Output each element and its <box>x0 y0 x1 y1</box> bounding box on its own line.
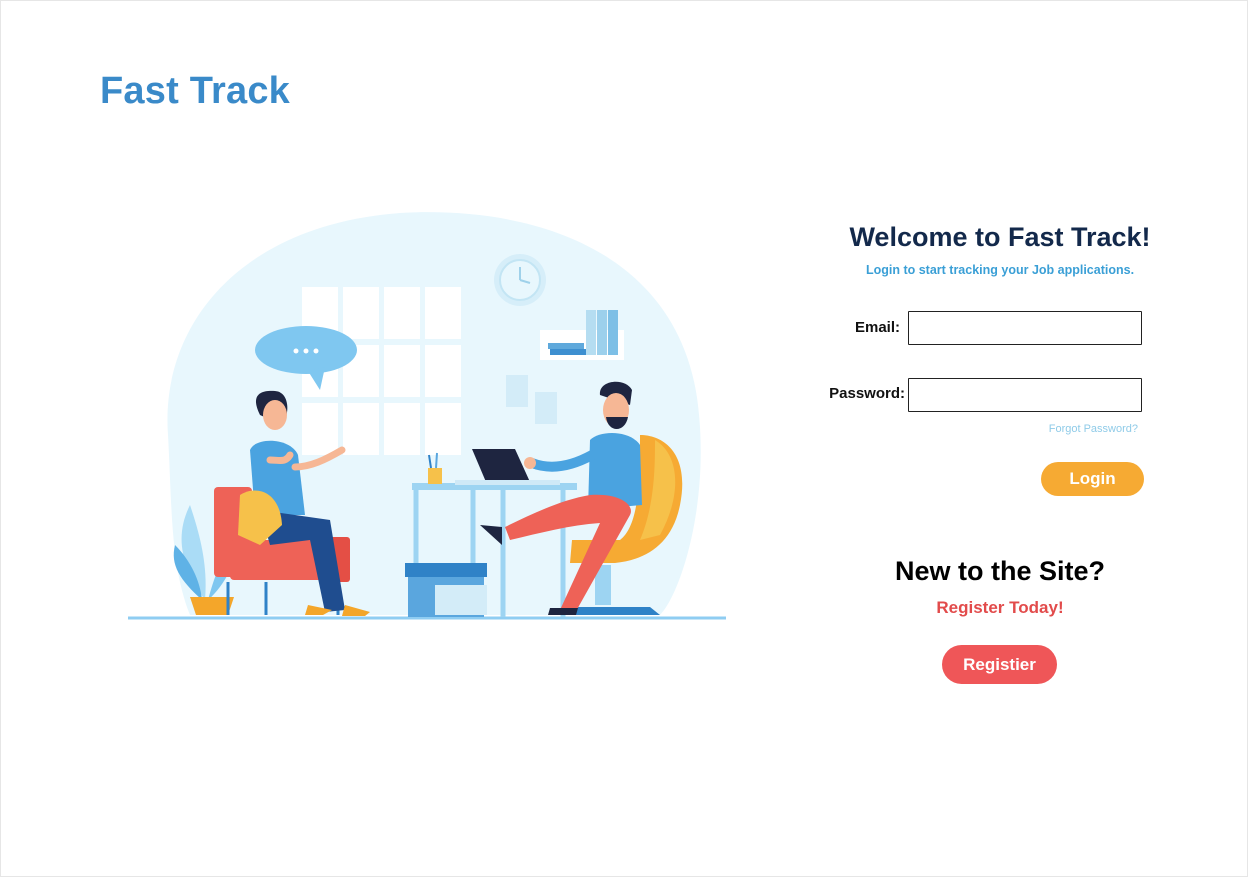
brand-logo-text[interactable]: Fast Track <box>100 70 290 113</box>
password-label: Password: <box>829 385 905 402</box>
email-field[interactable] <box>908 311 1142 345</box>
register-button[interactable]: Registier <box>942 645 1057 684</box>
storage-box <box>405 563 487 617</box>
login-button[interactable]: Login <box>1041 462 1144 496</box>
login-subtitle: Login to start tracking your Job applica… <box>865 263 1135 277</box>
forgot-password-link[interactable]: Forgot Password? <box>1020 423 1138 435</box>
password-field[interactable] <box>908 378 1142 412</box>
register-today-text: Register Today! <box>936 598 1064 617</box>
job-interview-illustration <box>128 212 726 620</box>
clock-icon <box>494 254 546 306</box>
email-label: Email: <box>854 319 900 336</box>
new-to-site-heading: New to the Site? <box>894 556 1105 586</box>
welcome-heading: Welcome to Fast Track! <box>849 222 1151 252</box>
